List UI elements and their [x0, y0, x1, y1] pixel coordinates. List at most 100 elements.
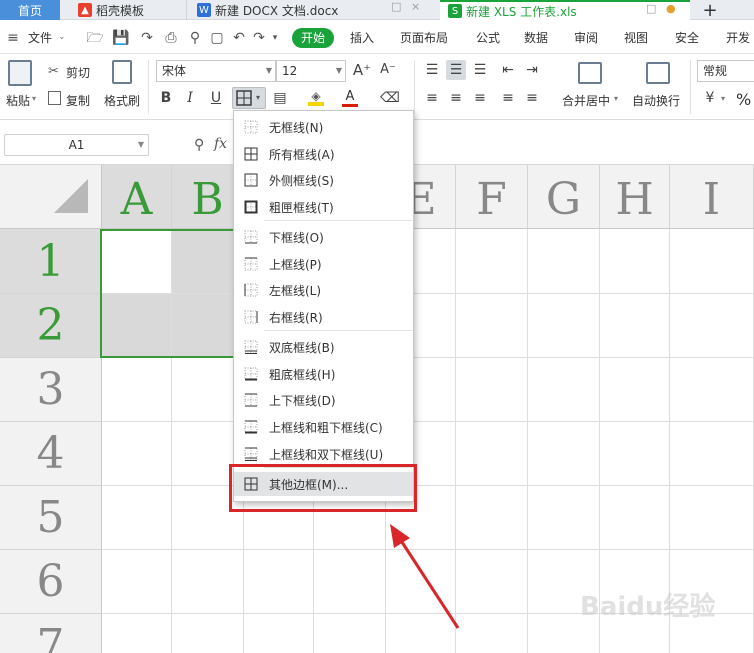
- bold-button[interactable]: B: [156, 88, 176, 108]
- menu-item-no-border[interactable]: 无框线(N): [234, 114, 413, 140]
- column-header-g[interactable]: G: [528, 165, 600, 229]
- tab-xls[interactable]: S 新建 XLS 工作表.xls □ ●: [440, 0, 690, 20]
- fx-icon[interactable]: fx: [214, 136, 227, 152]
- menu-file-arrow-icon[interactable]: ⌄: [58, 32, 66, 42]
- paste-button[interactable]: 粘贴: [6, 92, 30, 109]
- menu-item-thick-box-border[interactable]: 粗匣框线(T): [234, 194, 413, 220]
- justify-icon[interactable]: ≡: [498, 88, 518, 108]
- currency-icon[interactable]: ¥: [700, 88, 720, 108]
- cell-style-icon[interactable]: ▤: [270, 88, 290, 108]
- cell-a3[interactable]: [102, 358, 172, 422]
- tab-close-icon[interactable]: ×: [411, 0, 420, 13]
- align-top-icon[interactable]: ☰: [422, 60, 442, 80]
- distributed-align-icon[interactable]: ≡: [522, 88, 542, 108]
- undo-icon[interactable]: ↶: [230, 29, 248, 47]
- select-all-corner[interactable]: [0, 165, 102, 229]
- column-header-i[interactable]: I: [670, 165, 754, 229]
- print-icon[interactable]: ⎙: [162, 29, 180, 47]
- menu-item-bottom-border[interactable]: 下框线(O): [234, 224, 413, 250]
- italic-button[interactable]: I: [180, 88, 200, 108]
- menu-security[interactable]: 安全: [675, 29, 699, 46]
- align-center-icon[interactable]: ≡: [446, 88, 466, 108]
- row-header-4[interactable]: 4: [0, 422, 102, 486]
- decrease-indent-icon[interactable]: ⇤: [498, 60, 518, 80]
- hamburger-menu-icon[interactable]: ≡: [4, 29, 22, 47]
- cell-f4[interactable]: [456, 422, 528, 486]
- cell-i3[interactable]: [670, 358, 754, 422]
- tab-pin-icon[interactable]: □: [391, 0, 401, 13]
- row-header-6[interactable]: 6: [0, 550, 102, 614]
- column-header-f[interactable]: F: [456, 165, 528, 229]
- menu-page-layout[interactable]: 页面布局: [400, 29, 448, 46]
- name-box[interactable]: A1 ▼: [4, 134, 149, 156]
- cell-f2[interactable]: [456, 294, 528, 358]
- tab-docer[interactable]: ▲ 稻壳模板: [66, 0, 180, 20]
- cell-a5[interactable]: [102, 486, 172, 550]
- decrease-font-icon[interactable]: A⁻: [378, 60, 398, 80]
- column-header-h[interactable]: H: [600, 165, 670, 229]
- fill-color-icon[interactable]: ◈: [308, 90, 324, 106]
- cut-button[interactable]: 剪切: [66, 64, 90, 81]
- wrap-text-icon[interactable]: [646, 62, 670, 84]
- cell-i2[interactable]: [670, 294, 754, 358]
- quick-access-more-icon[interactable]: ▾: [266, 29, 284, 47]
- currency-arrow-icon[interactable]: ▾: [721, 94, 725, 103]
- zoom-icon[interactable]: ⚲: [194, 137, 204, 153]
- tab-home[interactable]: 首页: [0, 0, 60, 20]
- merge-center-arrow-icon[interactable]: ▾: [614, 94, 618, 103]
- cell-a4[interactable]: [102, 422, 172, 486]
- cell-a7[interactable]: [102, 614, 172, 653]
- menu-formula[interactable]: 公式: [476, 29, 500, 46]
- menu-item-left-border[interactable]: 左框线(L): [234, 277, 413, 303]
- cell-d7[interactable]: [314, 614, 386, 653]
- align-bottom-icon[interactable]: ☰: [470, 60, 490, 80]
- number-format-select[interactable]: 常规: [697, 60, 754, 82]
- cell-f1[interactable]: [456, 229, 528, 294]
- menu-item-thick-bottom-border[interactable]: 粗底框线(H): [234, 361, 413, 387]
- cell-b6[interactable]: [172, 550, 244, 614]
- save-icon[interactable]: 💾: [112, 29, 130, 47]
- copy-icon[interactable]: [48, 91, 61, 105]
- align-left-icon[interactable]: ≡: [422, 88, 442, 108]
- cell-d6[interactable]: [314, 550, 386, 614]
- print-preview-icon[interactable]: ⚲: [186, 29, 204, 47]
- menu-item-top-bottom-border[interactable]: 上下框线(D): [234, 387, 413, 413]
- tab-docx[interactable]: W 新建 DOCX 文档.docx □ ×: [186, 0, 432, 20]
- cell-h3[interactable]: [600, 358, 670, 422]
- menu-item-all-borders[interactable]: 所有框线(A): [234, 141, 413, 167]
- menu-view[interactable]: 视图: [624, 29, 648, 46]
- paste-arrow-icon[interactable]: ▾: [32, 94, 36, 103]
- underline-button[interactable]: U: [206, 88, 226, 108]
- cell-c7[interactable]: [244, 614, 314, 653]
- cut-icon[interactable]: ✂: [48, 64, 59, 79]
- font-color-icon[interactable]: A: [342, 89, 358, 107]
- cell-i1[interactable]: [670, 229, 754, 294]
- cell-h5[interactable]: [600, 486, 670, 550]
- open-folder-icon[interactable]: 🗁: [86, 29, 104, 47]
- menu-insert[interactable]: 插入: [350, 29, 374, 46]
- export-icon[interactable]: ↷: [138, 29, 156, 47]
- cell-a6[interactable]: [102, 550, 172, 614]
- cell-g1[interactable]: [528, 229, 600, 294]
- cell-g2[interactable]: [528, 294, 600, 358]
- column-header-a[interactable]: A: [102, 165, 172, 229]
- menu-data[interactable]: 数据: [524, 29, 548, 46]
- menu-start[interactable]: 开始: [292, 28, 334, 48]
- percent-button[interactable]: %: [736, 90, 751, 109]
- menu-file[interactable]: 文件: [28, 29, 52, 46]
- menu-review[interactable]: 审阅: [574, 29, 598, 46]
- row-header-7[interactable]: 7: [0, 614, 102, 653]
- border-dropdown-button[interactable]: ▾: [232, 87, 266, 109]
- increase-indent-icon[interactable]: ⇥: [522, 60, 542, 80]
- row-header-2[interactable]: 2: [0, 294, 102, 358]
- row-header-5[interactable]: 5: [0, 486, 102, 550]
- new-tab-button[interactable]: +: [700, 0, 720, 20]
- align-right-icon[interactable]: ≡: [470, 88, 490, 108]
- cell-h2[interactable]: [600, 294, 670, 358]
- cell-f3[interactable]: [456, 358, 528, 422]
- cell-g4[interactable]: [528, 422, 600, 486]
- merge-center-button[interactable]: 合并居中: [562, 92, 610, 109]
- paste-icon[interactable]: [8, 60, 32, 86]
- menu-item-top-thick-bottom-border[interactable]: 上框线和粗下框线(C): [234, 414, 413, 440]
- cell-i5[interactable]: [670, 486, 754, 550]
